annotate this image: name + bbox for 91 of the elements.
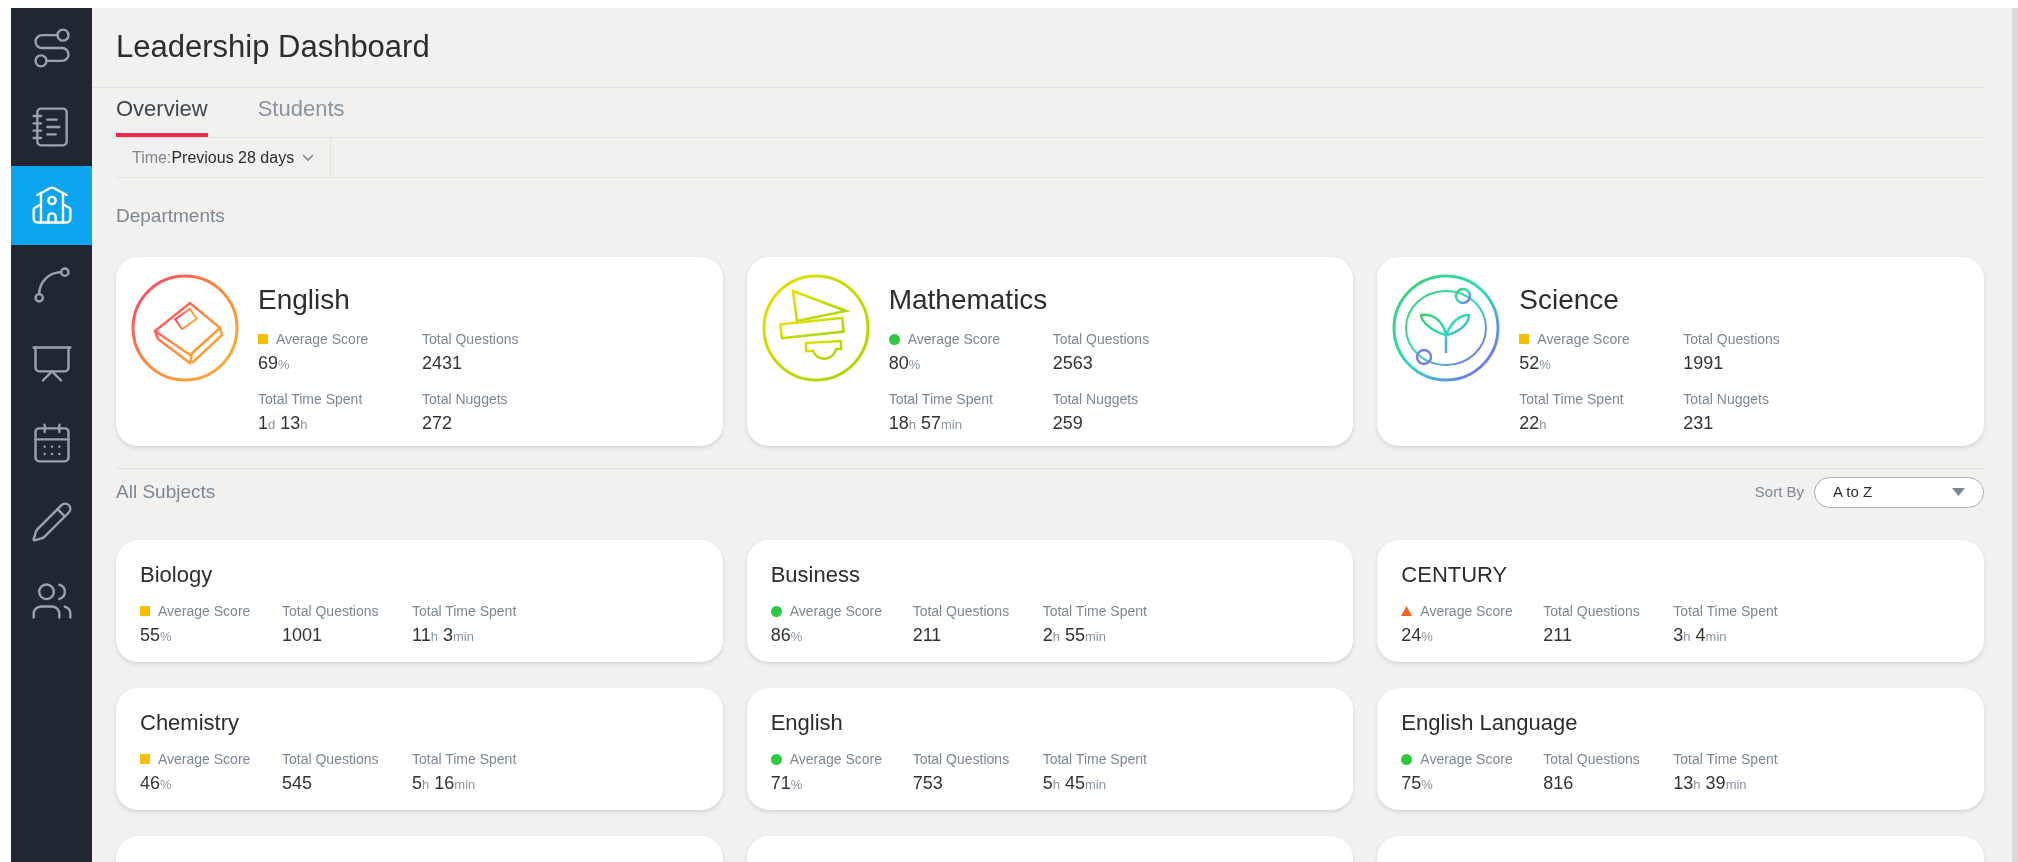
stat-value: 69% bbox=[258, 352, 290, 373]
stat-value: 52% bbox=[1519, 352, 1551, 373]
stat-value: 55% bbox=[140, 624, 172, 645]
department-card[interactable]: Mathematics Average Score 80% Total Questions 2563 Total Time Spent 18h 57min Total Nuggets 259 bbox=[746, 256, 1354, 446]
plant-icon bbox=[1391, 272, 1502, 383]
subject-name: Chemistry bbox=[140, 708, 240, 737]
stat-value: 1d 13h bbox=[258, 412, 308, 433]
sort-label: Sort By bbox=[1754, 481, 1804, 502]
stat-label: Total Questions bbox=[282, 601, 379, 621]
subject-name: Biology bbox=[140, 560, 214, 589]
stat-label: Total Time Spent bbox=[412, 601, 517, 621]
stat-label: Average Score bbox=[789, 749, 882, 769]
tab[interactable]: Overview bbox=[116, 92, 208, 137]
stat-value: 3h 4min bbox=[1673, 624, 1727, 645]
stat-value: 211 bbox=[1543, 624, 1573, 645]
stat-label: Total Time Spent bbox=[258, 389, 363, 409]
stat-label: Total Questions bbox=[422, 329, 519, 349]
sort-dropdown[interactable]: A to Z bbox=[1814, 476, 1984, 508]
stat-label: Total Questions bbox=[1543, 749, 1640, 769]
stat-value: 753 bbox=[912, 772, 943, 793]
stat-value: 11h 3min bbox=[412, 624, 474, 645]
subject-card[interactable]: English Language Average Score 75% Total Questions 816 Total Time Spent 13h 39min bbox=[1377, 687, 1984, 810]
stat-value: 272 bbox=[422, 412, 453, 433]
department-name: Science bbox=[1519, 282, 1620, 317]
stat-label: Average Score bbox=[907, 329, 1000, 349]
subject-name: English bbox=[770, 708, 844, 737]
caret-down-icon bbox=[1952, 488, 1965, 496]
stat-value: 5h 45min bbox=[1042, 772, 1106, 793]
stat-label: Total Time Spent bbox=[412, 749, 517, 769]
stat-label: Total Nuggets bbox=[1052, 389, 1139, 409]
stat-label: Total Nuggets bbox=[422, 389, 508, 409]
stat-value: 18h 57min bbox=[888, 412, 962, 433]
department-name: Mathematics bbox=[888, 282, 1049, 317]
stat-value: 71% bbox=[770, 772, 803, 793]
subject-card[interactable]: Chemistry Average Score 46% Total Questions 545 Total Time Spent 5h 16min bbox=[116, 687, 723, 810]
stat-value: 86% bbox=[770, 624, 803, 645]
stat-value: 2h 55min bbox=[1042, 624, 1106, 645]
stat-value: 816 bbox=[1543, 772, 1574, 793]
stat-label: Average Score bbox=[276, 329, 369, 349]
subject-card[interactable]: Business Average Score 86% Total Questions 211 Total Time Spent 2h 55min bbox=[746, 539, 1354, 662]
subject-name: English Language bbox=[1401, 708, 1579, 737]
stat-label: Total Time Spent bbox=[888, 389, 993, 409]
stat-label: Total Questions bbox=[912, 601, 1010, 621]
stat-value: 545 bbox=[282, 772, 313, 793]
subject-name: Business bbox=[770, 560, 861, 589]
stat-label: Average Score bbox=[158, 749, 251, 769]
department-card[interactable]: English Average Score 69% Total Questions 2431 Total Time Spent 1d 13h Total Nuggets 272 bbox=[116, 256, 723, 446]
stat-label: Average Score bbox=[1537, 329, 1630, 349]
stat-value: 80% bbox=[888, 352, 921, 373]
time-filter-dropdown[interactable]: Time:Previous 28 days bbox=[116, 138, 332, 177]
stat-value: 259 bbox=[1052, 412, 1083, 433]
stat-value: 24% bbox=[1401, 624, 1433, 645]
stat-label: Total Nuggets bbox=[1683, 389, 1769, 409]
stat-value: 1991 bbox=[1683, 352, 1724, 373]
section-heading: All Subjects bbox=[116, 479, 216, 504]
stat-value: 2431 bbox=[422, 352, 463, 373]
stat-label: Total Time Spent bbox=[1519, 389, 1624, 409]
stat-value: 46% bbox=[140, 772, 172, 793]
stat-label: Total Questions bbox=[1543, 601, 1640, 621]
subject-card[interactable]: English Average Score 71% Total Questions 753 Total Time Spent 5h 45min bbox=[746, 687, 1354, 810]
stat-value: 13h 39min bbox=[1673, 772, 1747, 793]
chevron-down-icon bbox=[302, 154, 315, 161]
stat-label: Total Time Spent bbox=[1673, 601, 1778, 621]
stat-value: 22h bbox=[1519, 412, 1547, 433]
stat-label: Average Score bbox=[1420, 749, 1513, 769]
department-card[interactable]: Science Average Score 52% Total Questions 1991 Total Time Spent 22h Total Nuggets 231 bbox=[1377, 256, 1984, 446]
stat-label: Total Time Spent bbox=[1673, 749, 1778, 769]
book-icon bbox=[130, 272, 240, 383]
stat-label: Total Questions bbox=[912, 749, 1010, 769]
subject-card[interactable]: Biology Average Score 55% Total Questions 1001 Total Time Spent 11h 3min bbox=[116, 539, 723, 662]
stat-value: 5h 16min bbox=[412, 772, 476, 793]
stat-value: 75% bbox=[1401, 772, 1433, 793]
stat-value: 211 bbox=[912, 624, 942, 645]
department-name: English bbox=[258, 282, 351, 317]
stat-label: Average Score bbox=[789, 601, 882, 621]
page-title: Leadership Dashboard bbox=[116, 28, 430, 67]
stat-value: 231 bbox=[1683, 412, 1714, 433]
stat-label: Total Time Spent bbox=[1042, 601, 1147, 621]
stat-value: 1001 bbox=[282, 624, 323, 645]
subject-name: CENTURY bbox=[1401, 560, 1509, 589]
section-heading: Departments bbox=[116, 204, 226, 228]
stat-label: Average Score bbox=[1420, 601, 1513, 621]
stat-label: Total Questions bbox=[1683, 329, 1780, 349]
stat-label: Total Questions bbox=[282, 749, 379, 769]
subject-card[interactable]: CENTURY Average Score 24% Total Questions 211 Total Time Spent 3h 4min bbox=[1377, 539, 1984, 662]
stat-value: 2563 bbox=[1052, 352, 1093, 373]
stat-label: Average Score bbox=[158, 601, 251, 621]
sidebar-item[interactable] bbox=[11, 166, 92, 245]
stat-label: Total Time Spent bbox=[1042, 749, 1147, 769]
stat-label: Total Questions bbox=[1052, 329, 1150, 349]
ruler-icon bbox=[760, 272, 871, 383]
